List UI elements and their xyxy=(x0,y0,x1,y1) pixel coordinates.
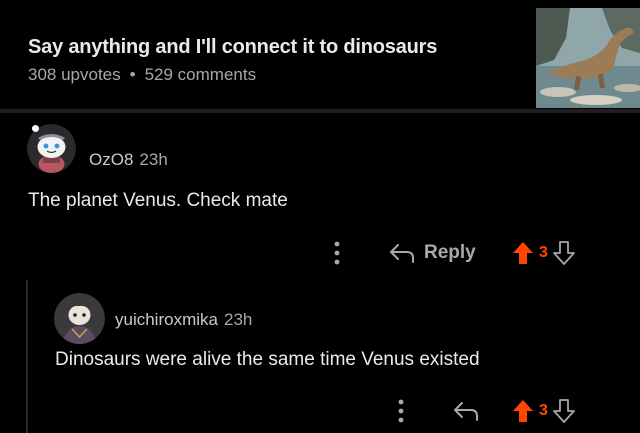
comment-author-line: OzO8 23h xyxy=(89,150,168,170)
reply-arrow-icon xyxy=(390,244,414,263)
vote-controls: 3 xyxy=(512,398,575,424)
reply-button[interactable]: Reply xyxy=(388,240,476,266)
dinosaur-thumbnail-image xyxy=(536,8,640,108)
comment-body: Dinosaurs were alive the same time Venus… xyxy=(55,349,480,370)
more-vertical-icon xyxy=(398,399,404,423)
more-options-button[interactable] xyxy=(394,398,408,424)
post-meta: 308 upvotes • 529 comments xyxy=(28,65,256,85)
downvote-arrow-icon[interactable] xyxy=(553,399,575,423)
post-header[interactable]: Say anything and I'll connect it to dino… xyxy=(0,0,640,108)
section-divider xyxy=(0,109,640,113)
user-avatar-icon xyxy=(54,293,105,344)
vote-controls: 3 xyxy=(512,240,575,266)
reply-label: Reply xyxy=(424,242,476,263)
comment-body: The planet Venus. Check mate xyxy=(28,190,288,211)
more-vertical-icon xyxy=(334,241,340,265)
online-indicator xyxy=(32,125,39,132)
comment-age: 23h xyxy=(139,150,168,169)
reply-arrow-icon xyxy=(454,402,478,421)
comment-author-line: yuichiroxmika 23h xyxy=(115,310,252,330)
downvote-arrow-icon[interactable] xyxy=(553,241,575,265)
meta-separator: • xyxy=(129,65,136,84)
comment-age: 23h xyxy=(223,310,253,329)
upvote-count: 308 upvotes xyxy=(28,65,121,84)
post-title[interactable]: Say anything and I'll connect it to dino… xyxy=(28,36,437,59)
post-thumbnail[interactable] xyxy=(536,8,640,108)
comment-username[interactable]: OzO8 xyxy=(89,150,133,169)
reply-button[interactable] xyxy=(452,398,480,424)
thread-line[interactable] xyxy=(26,280,28,433)
upvote-arrow-icon[interactable] xyxy=(512,241,534,265)
vote-count: 3 xyxy=(539,402,548,419)
more-options-button[interactable] xyxy=(330,240,344,266)
comment-username[interactable]: yuichiroxmika xyxy=(115,310,218,329)
avatar[interactable] xyxy=(54,293,105,344)
comment-count: 529 comments xyxy=(144,65,257,84)
vote-count: 3 xyxy=(539,244,548,261)
upvote-arrow-icon[interactable] xyxy=(512,399,534,423)
